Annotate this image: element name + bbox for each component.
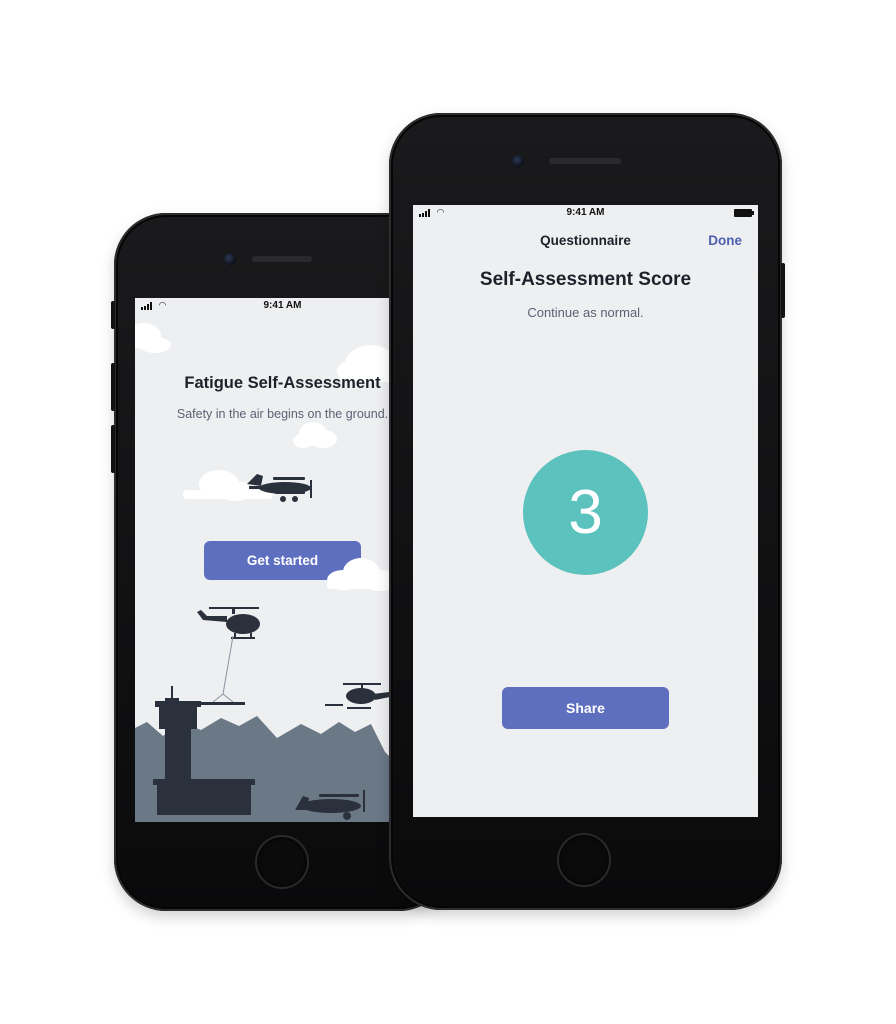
- score-message: Continue as normal.: [527, 305, 644, 320]
- front-camera: [224, 253, 236, 265]
- status-bar: ◠ 9:41 AM: [413, 205, 758, 221]
- status-time: 9:41 AM: [566, 207, 605, 218]
- page-subtitle: Safety in the air begins on the ground.: [176, 407, 389, 421]
- earpiece-speaker: [252, 256, 312, 262]
- volume-up-button: [111, 363, 115, 411]
- home-button[interactable]: [257, 837, 307, 887]
- status-time: 9:41 AM: [263, 300, 302, 311]
- page-title: Fatigue Self-Assessment: [184, 374, 381, 392]
- nav-title: Questionnaire: [540, 233, 631, 248]
- done-button[interactable]: Done: [708, 233, 742, 248]
- cloud-icon: [293, 422, 337, 448]
- battery-icon: [734, 209, 754, 217]
- page-title: Self-Assessment Score: [479, 269, 692, 290]
- cloud-icon: [135, 323, 171, 353]
- share-button[interactable]: Share: [502, 687, 669, 729]
- helicopter-icon: [195, 607, 260, 705]
- power-button: [781, 263, 785, 318]
- front-camera: [512, 155, 524, 167]
- helicopter-icon: [325, 683, 395, 709]
- home-button[interactable]: [559, 835, 609, 885]
- status-bar: ◠ 9:41 AM: [135, 298, 430, 314]
- phone-back: ◠ 9:41 AM Questionnaire Done Self-Assess…: [389, 113, 785, 910]
- mute-switch: [111, 301, 115, 329]
- score-screen: ◠ 9:41 AM Questionnaire Done Self-Assess…: [413, 205, 758, 817]
- earpiece-speaker: [549, 158, 621, 164]
- welcome-screen: ◠ 9:41 AM Fatigue Self-Assessment Safety…: [135, 298, 430, 822]
- volume-down-button: [111, 425, 115, 473]
- score-badge: 3: [523, 450, 648, 575]
